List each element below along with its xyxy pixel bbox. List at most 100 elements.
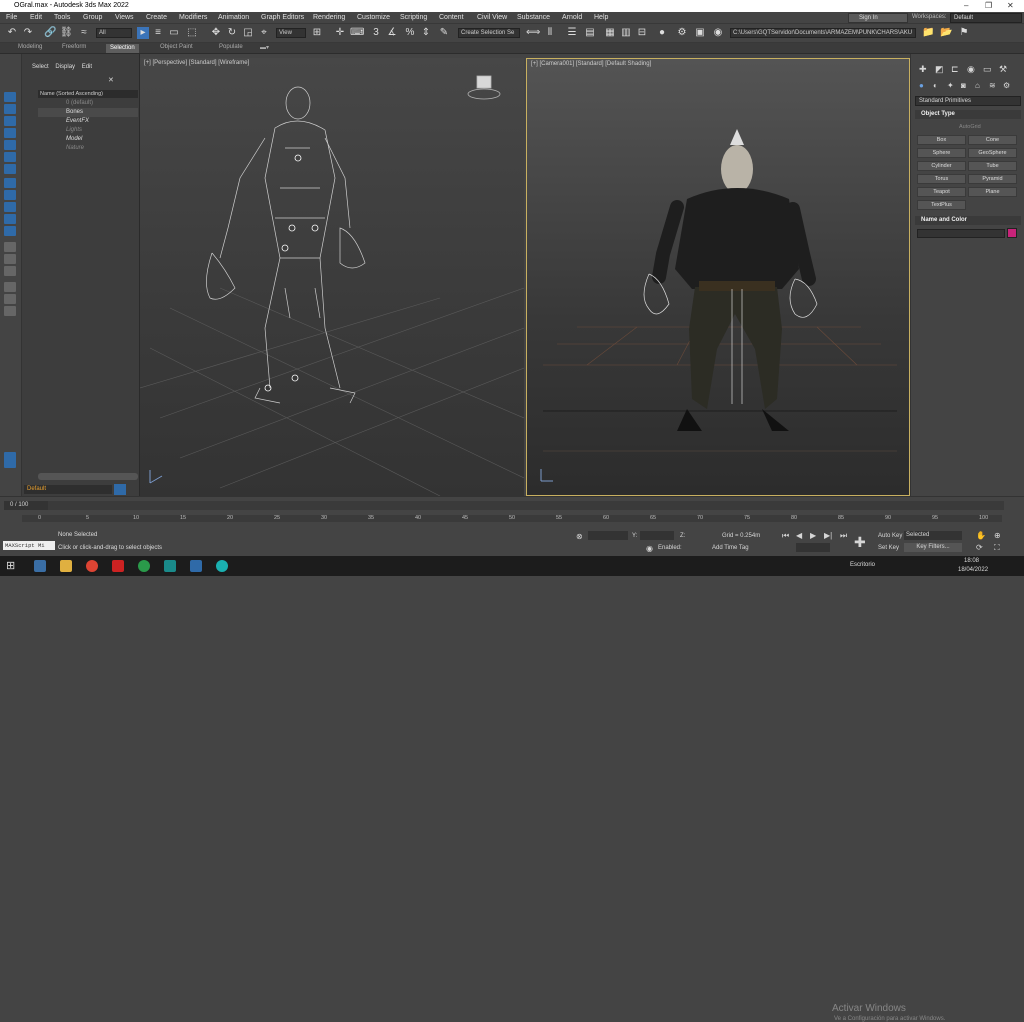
pivot-icon[interactable]: ⊞ bbox=[311, 27, 323, 39]
layer-dropdown[interactable]: Default bbox=[24, 485, 112, 494]
create-tab-icon[interactable]: ✚ bbox=[919, 64, 927, 75]
shapes-icon[interactable]: ◐ bbox=[933, 81, 938, 90]
cameras-icon[interactable]: ◙ bbox=[961, 81, 966, 90]
scene-scrollbar[interactable] bbox=[38, 473, 138, 480]
systems-icon[interactable]: ⚙ bbox=[1003, 81, 1010, 90]
menu-modifiers[interactable]: Modifiers bbox=[179, 14, 207, 21]
go-to-end-icon[interactable]: ⏭ bbox=[840, 531, 847, 541]
select-object-icon[interactable]: ▸ bbox=[137, 27, 149, 39]
autogrid-checkbox[interactable]: AutoGrid bbox=[959, 124, 981, 130]
key-selection-dropdown[interactable]: Selected bbox=[904, 531, 962, 540]
scene-row-bones[interactable]: Bones bbox=[38, 108, 138, 117]
maximize-viewport-icon[interactable]: ⛶ bbox=[994, 543, 1000, 553]
ribbon-toggle-icon[interactable]: ▦ bbox=[604, 27, 616, 39]
named-selection-icon[interactable]: ✎ bbox=[438, 27, 450, 39]
windows-start-icon[interactable]: ⊞ bbox=[6, 559, 15, 572]
maximize-icon[interactable]: ❐ bbox=[985, 1, 992, 10]
set-key-button[interactable]: Set Key bbox=[878, 545, 899, 551]
app-icon[interactable] bbox=[112, 560, 124, 572]
ribbon-tab-object-paint[interactable]: Object Paint bbox=[160, 44, 193, 50]
modify-tab-icon[interactable]: ◩ bbox=[935, 64, 944, 75]
project-settings-icon[interactable]: ⚑ bbox=[958, 27, 970, 39]
render-frame-icon[interactable]: ▣ bbox=[694, 27, 706, 39]
move-icon[interactable]: ✥ bbox=[210, 27, 222, 39]
display-frozen-icon[interactable] bbox=[4, 226, 16, 236]
file-explorer-icon[interactable] bbox=[60, 560, 72, 572]
add-time-tag-button[interactable]: Add Time Tag bbox=[712, 545, 749, 551]
helpers-icon[interactable]: ⌂ bbox=[975, 81, 980, 90]
utilities-tab-icon[interactable]: ⚒ bbox=[999, 64, 1007, 75]
scene-menu-select[interactable]: Select bbox=[32, 64, 49, 70]
named-selection-dropdown[interactable]: Create Selection Se bbox=[458, 28, 520, 38]
geometry-icon[interactable]: ● bbox=[919, 81, 924, 90]
next-frame-icon[interactable]: ▶| bbox=[824, 531, 832, 540]
menu-customize[interactable]: Customize bbox=[357, 14, 390, 21]
scene-list-header[interactable]: Name (Sorted Ascending) bbox=[38, 90, 138, 98]
workspace-dropdown[interactable]: Default bbox=[950, 13, 1022, 23]
object-name-field[interactable] bbox=[917, 229, 1005, 238]
box-button[interactable]: Box bbox=[917, 135, 966, 145]
spacewarps-icon[interactable]: ≋ bbox=[989, 81, 996, 90]
menu-create[interactable]: Create bbox=[146, 14, 167, 21]
current-frame-field[interactable] bbox=[796, 543, 830, 552]
ribbon-tab-selection[interactable]: Selection bbox=[106, 44, 139, 53]
plane-button[interactable]: Plane bbox=[968, 187, 1017, 197]
ribbon-tab-freeform[interactable]: Freeform bbox=[62, 44, 86, 50]
task-view-icon[interactable] bbox=[34, 560, 46, 572]
app-icon[interactable] bbox=[190, 560, 202, 572]
link-icon[interactable]: 🔗 bbox=[44, 27, 56, 39]
menu-views[interactable]: Views bbox=[115, 14, 134, 21]
display-none-icon[interactable] bbox=[4, 92, 16, 102]
viewport-perspective[interactable]: [+] [Perspective] [Standard] [Wireframe] bbox=[140, 58, 524, 496]
time-slider-track[interactable] bbox=[48, 501, 1004, 510]
sign-in-button[interactable]: Sign In bbox=[848, 13, 908, 23]
display-tab-icon[interactable]: ▭ bbox=[983, 64, 992, 75]
scene-menu-display[interactable]: Display bbox=[55, 64, 75, 70]
auto-key-button[interactable]: Auto Key bbox=[878, 533, 902, 539]
display-xrefs-icon[interactable] bbox=[4, 190, 16, 200]
display-helpers-icon[interactable] bbox=[4, 152, 16, 162]
minimize-icon[interactable]: – bbox=[964, 1, 968, 10]
y-coordinate-field[interactable] bbox=[640, 531, 674, 540]
undo-icon[interactable]: ↶ bbox=[6, 27, 18, 39]
motion-tab-icon[interactable]: ◉ bbox=[967, 64, 975, 75]
hierarchy-tab-icon[interactable]: ⊏ bbox=[951, 64, 959, 75]
scale-icon[interactable]: ◲ bbox=[242, 27, 254, 39]
chrome-icon[interactable] bbox=[86, 560, 98, 572]
menu-arnold[interactable]: Arnold bbox=[562, 14, 582, 21]
mirror-icon[interactable]: ⟺ bbox=[526, 27, 540, 39]
scene-row-model[interactable]: Model bbox=[38, 135, 138, 144]
scene-explorer-icon[interactable]: ☰ bbox=[566, 27, 578, 39]
display-spacewarps-icon[interactable] bbox=[4, 164, 16, 174]
viewport-label[interactable]: [+] [Camera001] [Standard] [Default Shad… bbox=[531, 61, 651, 67]
select-by-name-icon[interactable]: ≡ bbox=[152, 27, 164, 39]
scene-row-eventfx[interactable]: EventFX bbox=[38, 117, 138, 126]
cylinder-button[interactable]: Cylinder bbox=[917, 161, 966, 171]
display-geometry-icon[interactable] bbox=[4, 104, 16, 114]
display-none-toggle-icon[interactable] bbox=[4, 254, 16, 264]
object-category-dropdown[interactable]: Standard Primitives bbox=[915, 96, 1021, 106]
menu-content[interactable]: Content bbox=[439, 14, 464, 21]
unlink-icon[interactable]: ⛓ bbox=[60, 27, 73, 39]
menu-edit[interactable]: Edit bbox=[30, 14, 42, 21]
menu-help[interactable]: Help bbox=[594, 14, 608, 21]
display-all-icon[interactable] bbox=[4, 242, 16, 252]
ribbon-options-icon[interactable]: ▬▾ bbox=[260, 44, 269, 51]
play-icon[interactable]: ▶ bbox=[810, 531, 816, 540]
scene-row-nature[interactable]: Nature bbox=[38, 144, 138, 153]
layer-explorer-icon[interactable]: ▤ bbox=[584, 27, 596, 39]
scene-row-lights[interactable]: Lights bbox=[38, 126, 138, 135]
display-lights-icon[interactable] bbox=[4, 128, 16, 138]
spinner-snap-icon[interactable]: ⇕ bbox=[420, 27, 432, 39]
bind-spacewarp-icon[interactable]: ≈ bbox=[78, 27, 90, 39]
app-icon[interactable] bbox=[138, 560, 150, 572]
menu-tools[interactable]: Tools bbox=[54, 14, 70, 21]
isolate-icon[interactable]: ⊗ bbox=[576, 532, 583, 541]
viewport-label[interactable]: [+] [Perspective] [Standard] [Wireframe] bbox=[144, 60, 249, 66]
prev-frame-icon[interactable]: ◀ bbox=[796, 531, 802, 540]
hierarchy-icon[interactable] bbox=[4, 282, 16, 292]
project-folder-icon[interactable]: 📁 bbox=[922, 27, 934, 39]
find-icon[interactable] bbox=[4, 306, 16, 316]
material-editor-icon[interactable]: ● bbox=[656, 27, 668, 39]
torus-button[interactable]: Torus bbox=[917, 174, 966, 184]
